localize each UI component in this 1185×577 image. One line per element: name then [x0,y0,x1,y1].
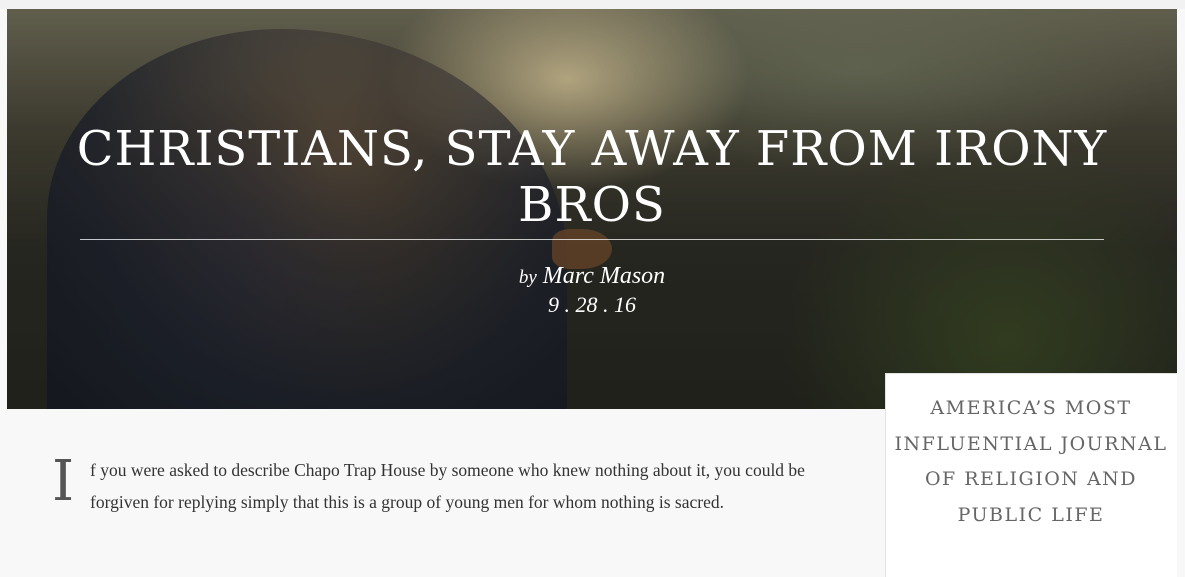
byline-prefix: by [518,267,537,288]
lead-paragraph: f you were asked to describe Chapo Trap … [90,460,805,512]
article-title: CHRISTIANS, STAY AWAY FROM IRONY BROS [76,121,1108,233]
drop-cap: I [52,449,75,514]
author-link[interactable]: Marc Mason [543,263,665,289]
byline: by Marc Mason [7,261,1177,293]
top-strip [0,0,1185,9]
title-divider [80,239,1104,240]
sidebar-promo[interactable]: AMERICA’S MOST INFLUENTIAL JOURNAL OF RE… [885,373,1177,577]
hero-banner: CHRISTIANS, STAY AWAY FROM IRONY BROS by… [7,9,1177,409]
sidebar-tagline: AMERICA’S MOST INFLUENTIAL JOURNAL OF RE… [894,397,1168,526]
publish-date: 9 . 28 . 16 [548,292,636,317]
